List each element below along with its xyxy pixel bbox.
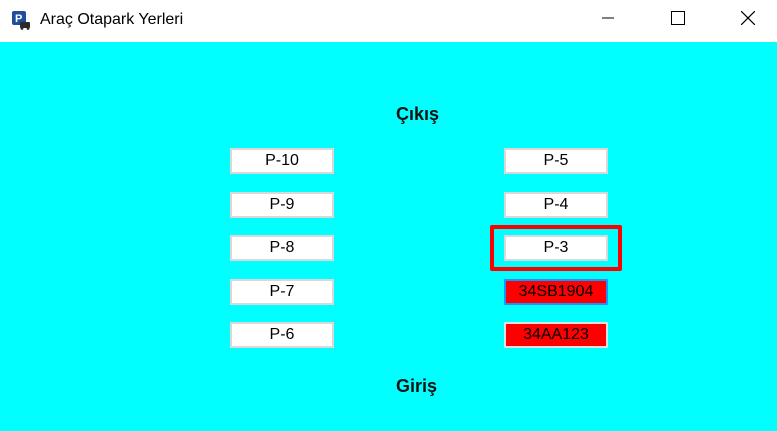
- slot-p6[interactable]: P-6: [230, 322, 334, 348]
- exit-label: Çıkış: [396, 104, 440, 124]
- slot-p7[interactable]: P-7: [230, 279, 334, 305]
- minimize-button[interactable]: [585, 0, 631, 40]
- close-button[interactable]: [725, 0, 771, 40]
- slot-p4[interactable]: P-4: [504, 192, 608, 218]
- maximize-icon: [671, 10, 685, 30]
- slot-p3[interactable]: P-3: [504, 235, 608, 261]
- slot-occupied-34sb1904[interactable]: 34SB1904: [504, 279, 608, 305]
- slot-p8[interactable]: P-8: [230, 235, 334, 261]
- minimize-icon: [602, 11, 614, 29]
- maximize-button[interactable]: [655, 0, 701, 40]
- slot-p5[interactable]: P-5: [504, 148, 608, 174]
- slot-occupied-34aa123[interactable]: 34AA123: [504, 322, 608, 348]
- close-icon: [740, 10, 756, 30]
- slot-p9[interactable]: P-9: [230, 192, 334, 218]
- title-bar: P Araç Otapark Yerleri: [0, 0, 777, 42]
- entry-label: Giriş: [396, 376, 438, 396]
- parking-app-icon: P: [11, 10, 31, 30]
- slot-p10[interactable]: P-10: [230, 148, 334, 174]
- parking-area: Çıkış P-10 P-9 P-8 P-7 P-6 P-5 P-4 P-3 3…: [0, 42, 777, 431]
- window-title: Araç Otapark Yerleri: [40, 11, 184, 28]
